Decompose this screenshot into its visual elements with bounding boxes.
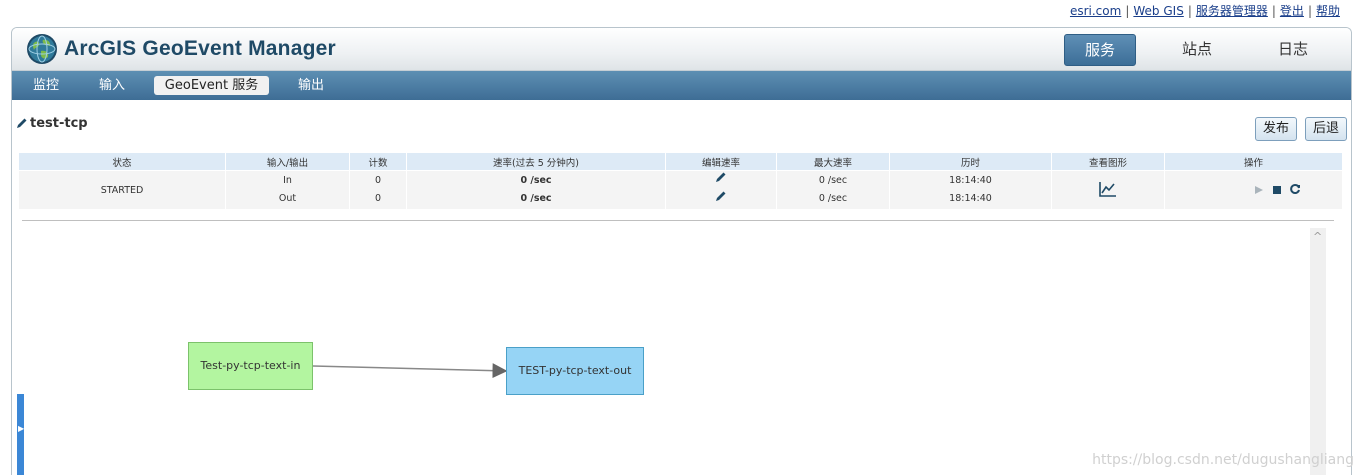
col-rate: 速率(过去 5 分钟内): [407, 153, 665, 170]
pencil-icon[interactable]: [16, 117, 28, 129]
link-server-manager[interactable]: 服务器管理器: [1196, 4, 1268, 18]
rate-in: 0 /sec: [520, 175, 552, 186]
link-help[interactable]: 帮助: [1316, 4, 1340, 18]
col-actions: 操作: [1165, 153, 1342, 170]
line-chart-icon[interactable]: [1099, 181, 1117, 197]
time-out: 18:14:40: [949, 193, 992, 204]
graph-cell: [1052, 171, 1164, 209]
rate-out: 0 /sec: [520, 193, 552, 204]
tab-output[interactable]: 输出: [291, 76, 331, 95]
col-edit-rate: 编辑速率: [666, 153, 776, 170]
table-header-row: 状态 输入/输出 计数 速率(过去 5 分钟内) 编辑速率 最大速率 历时 查看…: [19, 153, 1342, 170]
time-in: 18:14:40: [949, 175, 992, 186]
edit-rate-in-icon[interactable]: [666, 171, 776, 190]
refresh-icon[interactable]: [1289, 183, 1301, 198]
publish-button[interactable]: 发布: [1255, 117, 1297, 141]
app-header: ArcGIS GeoEvent Manager 服务 站点 日志: [12, 28, 1351, 71]
play-icon[interactable]: [1254, 185, 1264, 198]
count-in: 0: [374, 175, 382, 186]
col-io: 输入/输出: [226, 153, 349, 170]
sub-nav: 监控 输入 GeoEvent 服务 输出: [12, 71, 1351, 100]
back-button[interactable]: 后退: [1305, 117, 1347, 141]
link-esri[interactable]: esri.com: [1070, 4, 1121, 18]
divider: [22, 220, 1334, 221]
app-title: ArcGIS GeoEvent Manager: [64, 37, 336, 60]
max-rate-cell: 0 /sec 0 /sec: [777, 171, 889, 209]
actions-cell: [1165, 171, 1342, 209]
globe-logo-icon: [27, 34, 57, 64]
col-time: 历时: [890, 153, 1051, 170]
watermark: https://blog.csdn.net/dugushangliang: [1092, 452, 1354, 468]
table-row: STARTED In Out 0 0 0 /sec 0 /sec 0 /sec …: [19, 171, 1342, 209]
service-name: test-tcp: [30, 116, 88, 131]
io-in: In: [283, 175, 292, 186]
edit-rate-out-icon[interactable]: [666, 190, 776, 209]
nav-site[interactable]: 站点: [1162, 34, 1232, 64]
tab-input[interactable]: 输入: [92, 76, 132, 95]
count-out: 0: [374, 193, 382, 204]
connector-arrow[interactable]: [312, 363, 508, 379]
rate-cell: 0 /sec 0 /sec: [407, 171, 665, 209]
max-rate-in: 0 /sec: [818, 175, 848, 186]
col-count: 计数: [350, 153, 406, 170]
link-webgis[interactable]: Web GIS: [1133, 4, 1183, 18]
vertical-scrollbar[interactable]: ^: [1310, 228, 1326, 475]
nav-services[interactable]: 服务: [1064, 34, 1136, 66]
chevron-up-icon[interactable]: ^: [1313, 230, 1322, 243]
link-logout[interactable]: 登出: [1280, 4, 1304, 18]
output-node[interactable]: TEST-py-tcp-text-out: [506, 347, 644, 395]
col-status: 状态: [19, 153, 225, 170]
time-cell: 18:14:40 18:14:40: [890, 171, 1051, 209]
max-rate-out: 0 /sec: [818, 193, 848, 204]
chevron-right-icon: ▶: [18, 424, 25, 433]
tab-geoevent-services[interactable]: GeoEvent 服务: [154, 76, 269, 95]
top-links: esri.com | Web GIS | 服务器管理器 | 登出 | 帮助: [1069, 4, 1340, 18]
tab-monitor[interactable]: 监控: [26, 76, 66, 95]
col-max-rate: 最大速率: [777, 153, 889, 170]
app-frame: ArcGIS GeoEvent Manager 服务 站点 日志 监控 输入 G…: [11, 27, 1352, 475]
io-out: Out: [278, 193, 297, 204]
monitor-table: 状态 输入/输出 计数 速率(过去 5 分钟内) 编辑速率 最大速率 历时 查看…: [18, 152, 1343, 210]
side-panel-toggle[interactable]: ▶: [17, 394, 24, 475]
count-cell: 0 0: [350, 171, 406, 209]
col-graph: 查看图形: [1052, 153, 1164, 170]
stop-icon[interactable]: [1272, 185, 1282, 198]
nav-logs[interactable]: 日志: [1258, 34, 1328, 64]
io-cell: In Out: [226, 171, 349, 209]
service-title: test-tcp: [16, 116, 88, 131]
input-node[interactable]: Test-py-tcp-text-in: [188, 342, 313, 390]
status-started: STARTED: [19, 171, 225, 209]
edit-rate-cell: [666, 171, 776, 209]
